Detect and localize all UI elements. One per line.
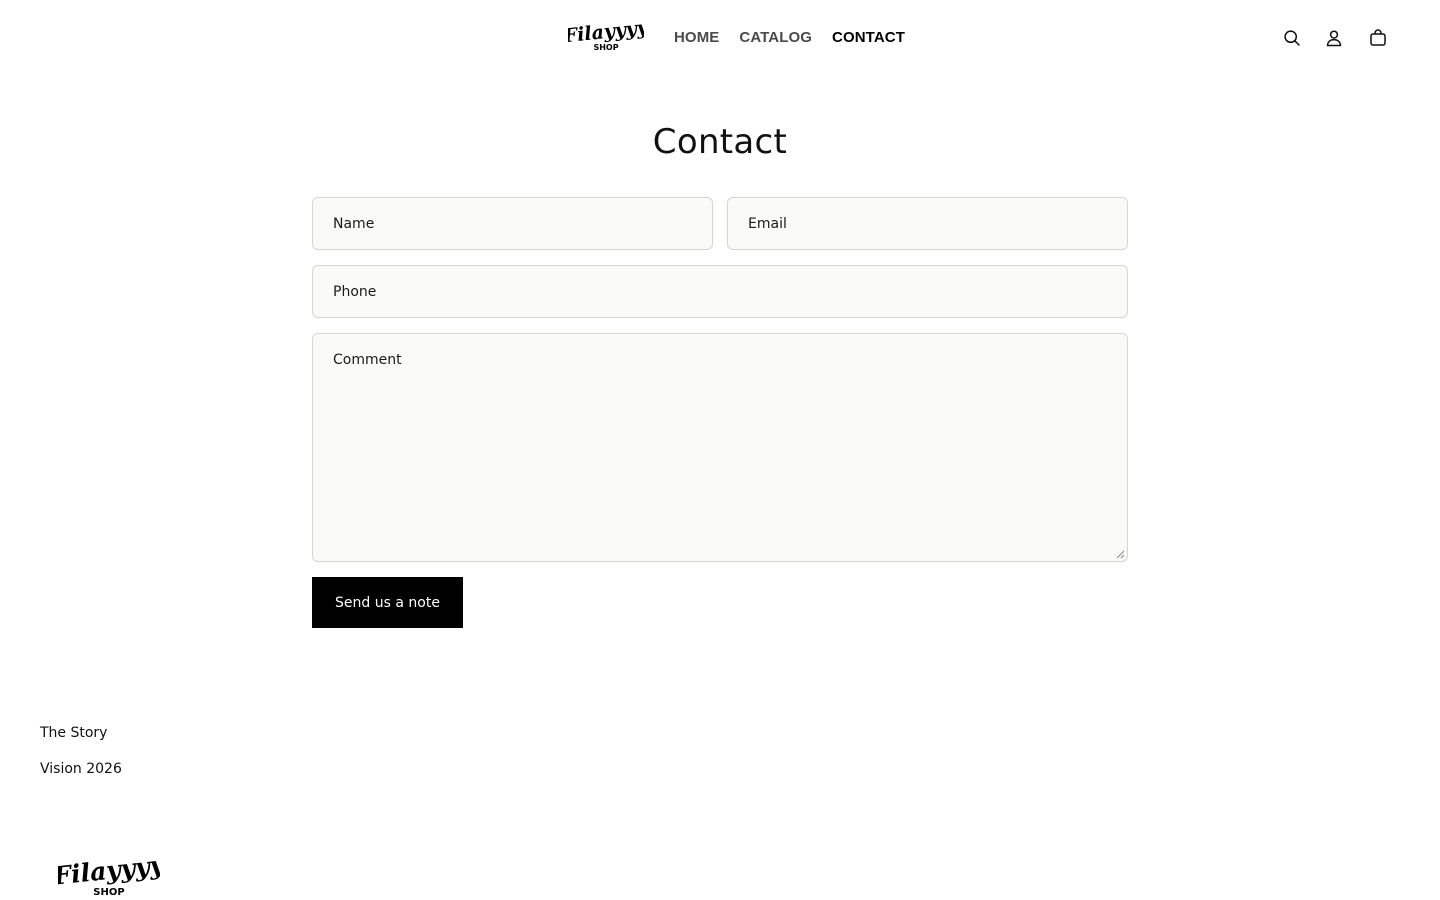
- footer-link-the-story[interactable]: The Story: [40, 723, 122, 743]
- name-label: Name: [333, 216, 375, 232]
- search-icon[interactable]: [1282, 28, 1302, 48]
- phone-label: Phone: [333, 284, 377, 300]
- email-label: Email: [748, 216, 787, 232]
- phone-field[interactable]: Phone: [312, 265, 1128, 318]
- main-nav: HOME CATALOG CONTACT: [674, 28, 905, 48]
- nav-home[interactable]: HOME: [674, 28, 719, 48]
- footer-links: The Story Vision 2026: [40, 723, 122, 795]
- email-field[interactable]: Email: [727, 197, 1128, 250]
- footer-logo-image: Filayyyy SHOP: [58, 853, 160, 898]
- nav-catalog[interactable]: CATALOG: [739, 28, 812, 48]
- account-icon[interactable]: [1324, 28, 1344, 48]
- comment-textarea[interactable]: Comment: [312, 333, 1128, 562]
- cart-icon[interactable]: [1368, 28, 1388, 48]
- send-note-button[interactable]: Send us a note: [312, 577, 463, 628]
- page-title: Contact: [652, 122, 788, 162]
- header-icons: [1282, 28, 1388, 48]
- header-logo[interactable]: Filayyyy SHOP: [568, 18, 644, 54]
- logo-sub-text: SHOP: [593, 43, 618, 52]
- nav-contact[interactable]: CONTACT: [832, 28, 905, 48]
- resize-handle-icon[interactable]: [1116, 550, 1125, 559]
- logo-image: Filayyyy SHOP: [568, 18, 644, 52]
- footer-logo-sub-text: SHOP: [93, 887, 124, 898]
- site-header: Filayyyy SHOP HOME CATALOG CONTACT: [0, 0, 1440, 78]
- comment-label: Comment: [333, 352, 402, 368]
- footer-logo: Filayyyy SHOP: [58, 853, 160, 899]
- footer-logo-script-text: Filayyyy: [58, 853, 160, 891]
- footer-link-vision-2026[interactable]: Vision 2026: [40, 759, 122, 779]
- name-field[interactable]: Name: [312, 197, 713, 250]
